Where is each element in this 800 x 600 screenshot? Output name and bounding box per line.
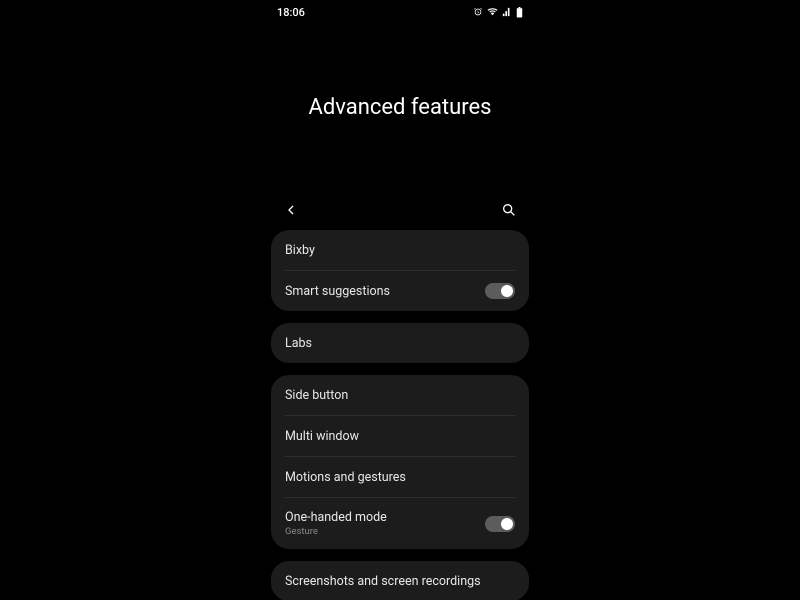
toggle-one-handed-mode[interactable] — [485, 516, 515, 532]
item-label: Smart suggestions — [285, 284, 390, 299]
status-time: 18:06 — [277, 6, 305, 19]
item-label: Bixby — [285, 243, 315, 258]
item-screenshots-recordings[interactable]: Screenshots and screen recordings — [271, 561, 529, 600]
toolbar — [265, 190, 535, 230]
settings-group: Labs — [271, 323, 529, 363]
item-label: Labs — [285, 336, 312, 351]
item-one-handed-mode[interactable]: One-handed mode Gesture — [271, 498, 529, 549]
item-bixby[interactable]: Bixby — [271, 230, 529, 270]
item-label: One-handed mode — [285, 510, 387, 525]
page-title-area: Advanced features — [265, 24, 535, 190]
item-side-button[interactable]: Side button — [271, 375, 529, 415]
item-label: Multi window — [285, 429, 359, 444]
signal-icon — [502, 7, 512, 17]
status-bar: 18:06 — [265, 0, 535, 24]
toggle-knob — [501, 518, 513, 530]
search-button[interactable] — [497, 198, 521, 222]
item-multi-window[interactable]: Multi window — [271, 416, 529, 456]
item-motions-gestures[interactable]: Motions and gestures — [271, 457, 529, 497]
phone-screen: 18:06 Advanced features — [265, 0, 535, 600]
settings-group: Side button Multi window Motions and ges… — [271, 375, 529, 549]
page-title: Advanced features — [308, 95, 491, 120]
toggle-smart-suggestions[interactable] — [485, 283, 515, 299]
item-labs[interactable]: Labs — [271, 323, 529, 363]
item-label: Side button — [285, 388, 348, 403]
battery-icon — [516, 7, 523, 18]
item-label: Screenshots and screen recordings — [285, 574, 481, 589]
status-icons — [473, 7, 523, 18]
settings-group: Bixby Smart suggestions — [271, 230, 529, 311]
toggle-knob — [501, 285, 513, 297]
settings-group: Screenshots and screen recordings — [271, 561, 529, 600]
settings-content[interactable]: Bixby Smart suggestions Labs — [265, 230, 535, 600]
alarm-icon — [473, 7, 483, 17]
item-smart-suggestions[interactable]: Smart suggestions — [271, 271, 529, 311]
back-button[interactable] — [279, 198, 303, 222]
wifi-icon — [487, 7, 498, 17]
item-sublabel: Gesture — [285, 526, 387, 537]
item-label: Motions and gestures — [285, 470, 406, 485]
